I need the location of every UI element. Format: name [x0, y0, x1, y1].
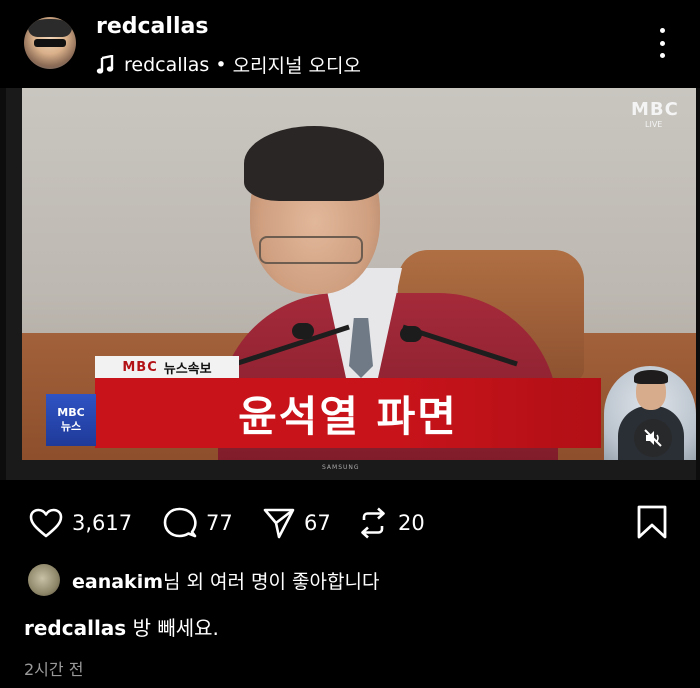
judge-glasses [259, 236, 363, 264]
repost-count: 20 [398, 511, 425, 535]
mute-toggle-button[interactable] [634, 419, 672, 457]
broadcaster-logo: MBC [631, 99, 679, 120]
comment-bubble-icon [163, 507, 197, 538]
send-icon [263, 508, 295, 539]
audio-attribution[interactable]: redcallas • 오리지널 오디오 [96, 51, 361, 78]
tag-logo: MBC [122, 359, 158, 375]
microphone-right-head [400, 326, 422, 342]
likes-summary-rest: 님 외 여러 명이 좋아합니다 [163, 570, 380, 593]
share-count: 67 [304, 511, 331, 535]
like-count: 3,617 [72, 511, 133, 535]
audio-label: 오리지널 오디오 [232, 55, 361, 77]
post-timestamp: 2시간 전 [24, 660, 84, 679]
audio-user: redcallas [124, 53, 210, 76]
comment-count: 77 [206, 511, 233, 535]
liker-username[interactable]: eanakim [72, 571, 163, 593]
repost-button[interactable]: 20 [356, 500, 425, 546]
tv-brand: SAMSUNG [322, 464, 360, 471]
post-username[interactable]: redcallas [96, 14, 208, 39]
more-options-button[interactable] [650, 28, 674, 58]
speaker-muted-icon [644, 429, 662, 447]
avatar-sunglasses [34, 39, 66, 47]
post-header: redcallas redcallas • 오리지널 오디오 [0, 0, 700, 88]
comment-button[interactable]: 77 [162, 500, 233, 546]
judge-hair [244, 126, 384, 201]
news-channel-logo: MBC 뉴스 [46, 394, 96, 446]
heart-icon [29, 508, 63, 538]
bookmark-icon[interactable] [636, 504, 668, 540]
breaking-news-tag: MBC 뉴스속보 [95, 356, 239, 378]
action-bar: 3,617 77 67 20 [0, 500, 700, 546]
dot-icon [659, 40, 665, 46]
interpreter-hair [634, 370, 668, 384]
dot-icon [659, 53, 665, 58]
likes-summary[interactable]: eanakim님 외 여러 명이 좋아합니다 [28, 564, 379, 596]
likes-summary-text: eanakim님 외 여러 명이 좋아합니다 [72, 567, 379, 594]
caption-text: 방 빼세요. [126, 616, 219, 640]
profile-avatar[interactable] [24, 17, 76, 69]
audio-separator: • [215, 53, 227, 76]
music-note-icon [96, 54, 114, 74]
share-button[interactable]: 67 [262, 500, 331, 546]
headline-banner: 윤석열 파면 [95, 378, 601, 448]
post-caption: redcallas 방 빼세요. [24, 612, 219, 641]
caption-author[interactable]: redcallas [24, 616, 126, 640]
avatar-hair [28, 19, 72, 37]
tv-frame: MBC LIVE MBC 뉴스속보 윤석열 파면 MBC 뉴스 SAMSUNG [6, 88, 696, 480]
tv-screen: MBC LIVE MBC 뉴스속보 윤석열 파면 MBC 뉴스 [22, 88, 696, 460]
dot-icon [659, 28, 665, 33]
liker-avatar[interactable] [28, 564, 60, 596]
live-label: LIVE [645, 120, 663, 129]
repost-icon [361, 507, 385, 539]
microphone-left-head [292, 323, 314, 339]
like-button[interactable]: 3,617 [28, 500, 132, 546]
side-logo-top: MBC [57, 406, 85, 419]
tag-label: 뉴스속보 [163, 361, 212, 377]
post-video[interactable]: MBC LIVE MBC 뉴스속보 윤석열 파면 MBC 뉴스 SAMSUNG [0, 88, 700, 480]
headline-text: 윤석열 파면 [238, 391, 458, 441]
side-logo-bottom: 뉴스 [60, 420, 82, 433]
